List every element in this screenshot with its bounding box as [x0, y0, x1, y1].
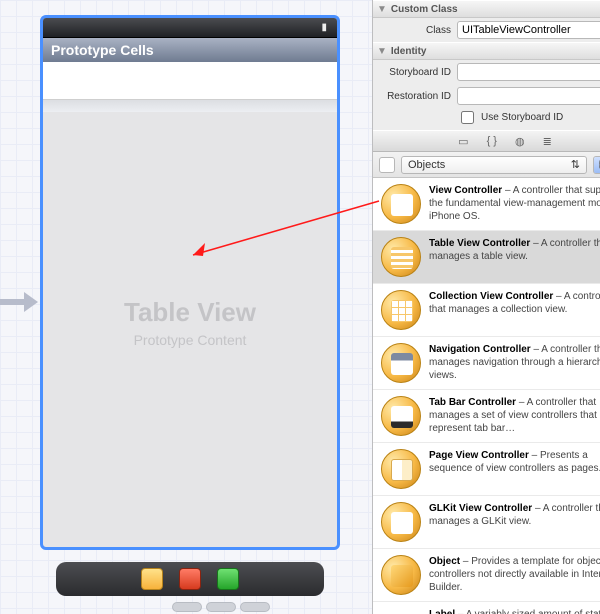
library-item[interactable]: View Controller – A controller that supp…: [373, 178, 600, 231]
table-view-subtitle: Prototype Content: [134, 332, 247, 348]
battery-icon: ▮: [321, 22, 327, 33]
grid-mode-icon: ▦: [594, 157, 600, 173]
custom-class-section-header[interactable]: ▼Custom Class: [373, 0, 600, 18]
storyboard-id-field[interactable]: [457, 63, 600, 81]
identity-section-header[interactable]: ▼Identity: [373, 42, 600, 60]
library-item-text: Tab Bar Controller – A controller that m…: [429, 396, 600, 436]
library-item-text: View Controller – A controller that supp…: [429, 184, 600, 224]
library-item[interactable]: Collection View Controller – A controlle…: [373, 284, 600, 337]
segue-arrow-icon: [0, 290, 40, 314]
library-item[interactable]: Table View Controller – A controller tha…: [373, 231, 600, 284]
library-item-icon: [381, 396, 421, 436]
prototype-cells-header: Prototype Cells: [43, 38, 337, 62]
library-item-icon: [381, 343, 421, 383]
library-item-text: Object – Provides a template for objects…: [429, 555, 600, 595]
zoom-fit-icon[interactable]: [206, 602, 236, 612]
view-controller-dock-icon[interactable]: [141, 568, 163, 590]
library-item-text: Collection View Controller – A controlle…: [429, 290, 600, 330]
library-item-icon: Label: [381, 608, 421, 614]
zoom-minus-icon[interactable]: [172, 602, 202, 612]
library-item-icon: [381, 237, 421, 277]
class-field[interactable]: [457, 21, 600, 39]
first-responder-dock-icon[interactable]: [179, 568, 201, 590]
inspector-tab-bar[interactable]: ▭ { } ◍ ≣: [373, 130, 600, 152]
table-view-placeholder: Table View Prototype Content: [43, 112, 337, 532]
library-item-icon: [381, 449, 421, 489]
class-label: Class: [379, 25, 451, 36]
library-item[interactable]: GLKit View Controller – A controller tha…: [373, 496, 600, 549]
zoom-plus-icon[interactable]: [240, 602, 270, 612]
status-bar: ▮: [43, 18, 337, 38]
library-item[interactable]: Page View Controller – Presents a sequen…: [373, 443, 600, 496]
library-filter-bar: Objects⇅ ▦≣: [373, 152, 600, 178]
disclosure-triangle-icon: ▼: [377, 4, 387, 15]
library-item-text: GLKit View Controller – A controller tha…: [429, 502, 600, 542]
library-view-mode[interactable]: ▦≣: [593, 156, 600, 174]
library-objects-select[interactable]: Objects⇅: [401, 156, 587, 174]
library-item[interactable]: Navigation Controller – A controller tha…: [373, 337, 600, 390]
storyboard-id-label: Storyboard ID: [379, 67, 451, 78]
use-storyboard-id-checkbox[interactable]: [461, 111, 474, 124]
library-item-text: Label – A variably sized amount of stati…: [429, 608, 600, 614]
library-item-icon: [381, 555, 421, 595]
table-separator: [43, 100, 337, 112]
file-tab-icon[interactable]: ▭: [458, 135, 468, 148]
disclosure-triangle-icon: ▼: [377, 46, 387, 57]
library-item-icon: [381, 502, 421, 542]
braces-tab-icon[interactable]: { }: [487, 135, 497, 147]
zoom-controls[interactable]: [172, 602, 270, 612]
prototype-cell[interactable]: [43, 62, 337, 100]
library-item-icon: [381, 290, 421, 330]
use-storyboard-id-label: Use Storyboard ID: [481, 112, 563, 123]
restoration-id-label: Restoration ID: [379, 91, 451, 102]
library-item-text: Navigation Controller – A controller tha…: [429, 343, 600, 383]
library-item[interactable]: Tab Bar Controller – A controller that m…: [373, 390, 600, 443]
exit-dock-icon[interactable]: [217, 568, 239, 590]
table-view-controller-scene[interactable]: ▮ Prototype Cells Table View Prototype C…: [40, 15, 340, 550]
library-item-text: Table View Controller – A controller tha…: [429, 237, 600, 277]
storyboard-canvas[interactable]: ▮ Prototype Cells Table View Prototype C…: [0, 0, 372, 614]
restoration-id-field[interactable]: [457, 87, 600, 105]
library-item[interactable]: Label Label – A variably sized amount of …: [373, 602, 600, 614]
object-library[interactable]: View Controller – A controller that supp…: [373, 178, 600, 614]
scene-dock[interactable]: [56, 562, 324, 596]
lines-tab-icon[interactable]: ≣: [543, 135, 552, 148]
library-item-text: Page View Controller – Presents a sequen…: [429, 449, 600, 489]
library-item-icon: [381, 184, 421, 224]
inspector-panel: ▼Custom Class Class ▾ ▼Identity Storyboa…: [372, 0, 600, 614]
library-item[interactable]: Object – Provides a template for objects…: [373, 549, 600, 602]
library-scope-icon[interactable]: [379, 157, 395, 173]
table-view-title: Table View: [124, 297, 256, 328]
cube-tab-icon[interactable]: ◍: [515, 135, 525, 148]
